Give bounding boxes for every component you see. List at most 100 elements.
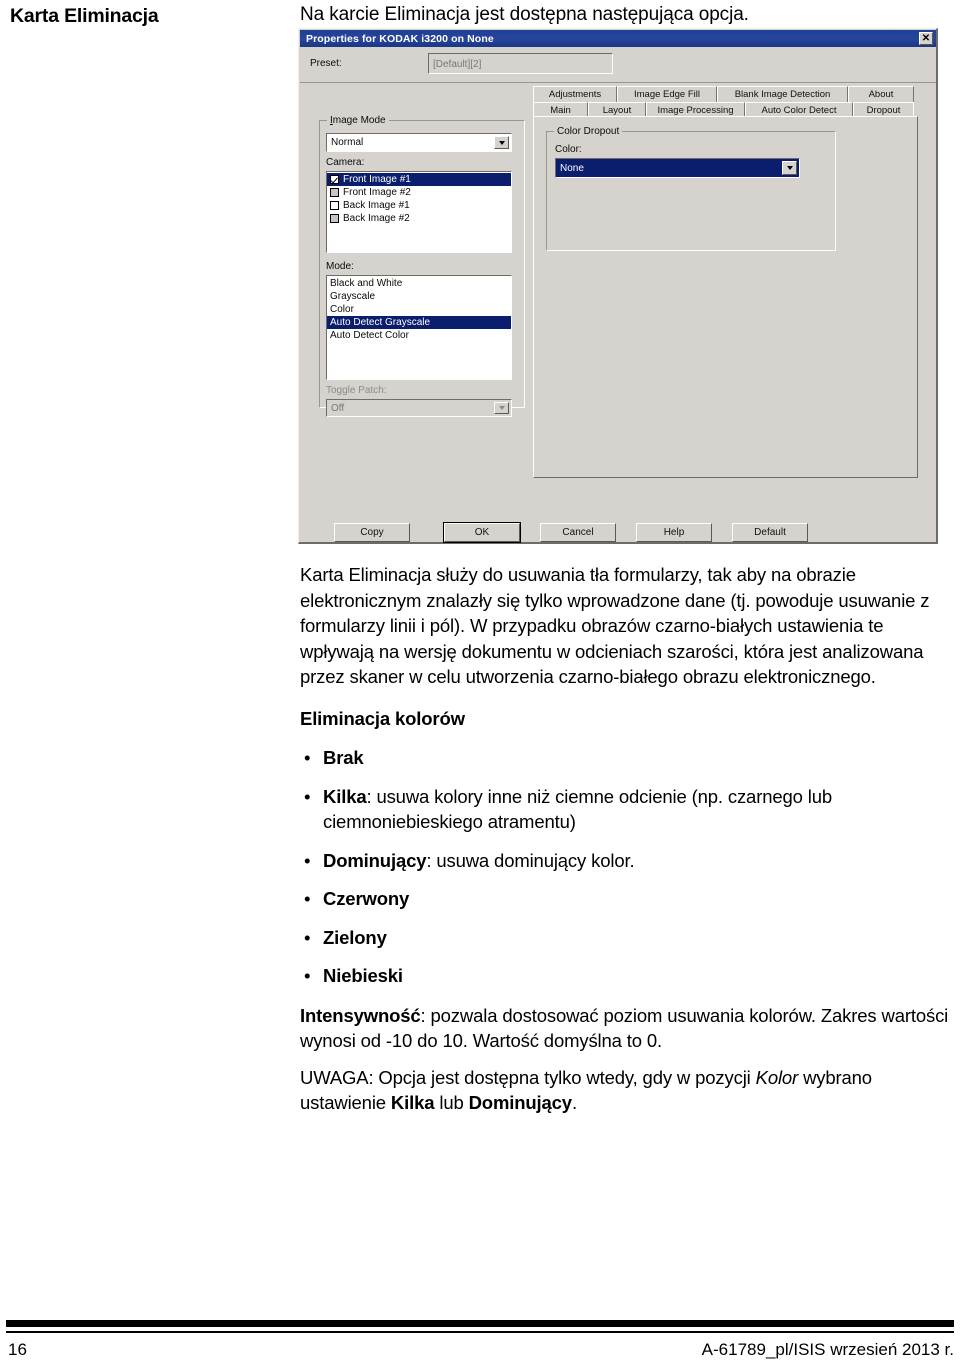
mode-list-item[interactable]: Black and White — [327, 277, 511, 290]
note-join: lub — [434, 1092, 469, 1113]
document-page: Karta Eliminacja Na karcie Eliminacja je… — [0, 0, 960, 1372]
dialog-body: Image Mode Normal Camera: Front Image #1… — [300, 84, 936, 519]
image-mode-combo[interactable]: Normal — [326, 133, 512, 152]
body-copy: Karta Eliminacja służy do usuwania tła f… — [300, 562, 955, 1116]
mode-item-label: Auto Detect Color — [330, 330, 409, 341]
bullet-icon: • — [304, 926, 311, 948]
camera-item-label: Front Image #2 — [343, 187, 411, 198]
camera-list-item[interactable]: Front Image #1 — [327, 173, 511, 186]
color-dropout-group: Color Dropout Color: None — [546, 126, 836, 251]
color-dropout-group-title: Color Dropout — [554, 126, 623, 137]
list-item-desc: : usuwa kolory inne niż ciemne odcienie … — [323, 785, 832, 833]
image-mode-combo-value: Normal — [331, 137, 364, 148]
mode-item-label: Color — [330, 304, 354, 315]
tab-strip: Adjustments Image Edge Fill Blank Image … — [533, 86, 918, 118]
list-item-desc: : usuwa dominujący kolor. — [426, 849, 635, 871]
dropout-tab-page: Color Dropout Color: None — [533, 116, 918, 478]
document-id: A-61789_pl/ISIS wrzesień 2013 r. — [701, 1340, 954, 1359]
toggle-patch-combo[interactable]: Off — [326, 399, 512, 417]
default-button[interactable]: Default — [732, 523, 808, 542]
checkbox-icon[interactable] — [330, 214, 339, 223]
list-item-term: Dominujący — [323, 849, 427, 871]
scanner-properties-dialog: Properties for KODAK i3200 on None ✕ Pre… — [298, 28, 938, 544]
intensity-term: Intensywność — [300, 1004, 421, 1026]
bullet-icon: • — [304, 965, 311, 986]
image-mode-group-title: Image Mode — [327, 115, 389, 126]
tab-adjustments[interactable]: Adjustments — [533, 86, 617, 102]
intro-sentence: Na karcie Eliminacja jest dostępna nastę… — [300, 4, 749, 25]
camera-item-label: Back Image #1 — [343, 200, 410, 211]
note-end: . — [571, 1092, 577, 1113]
note-italic-term: Kolor — [755, 1066, 799, 1088]
tab-image-edge-fill[interactable]: Image Edge Fill — [617, 86, 717, 102]
copy-button[interactable]: Copy — [334, 523, 410, 542]
subheading-color-dropout: Eliminacja kolorów — [300, 707, 465, 729]
camera-label: Camera: — [326, 157, 365, 168]
ok-button[interactable]: OK — [443, 522, 521, 543]
list-item-term: Niebieski — [323, 965, 403, 986]
chevron-down-icon[interactable] — [494, 136, 509, 149]
bullet-icon: • — [304, 849, 311, 871]
note-bold-term-2: Dominujący — [468, 1092, 573, 1113]
list-item: • Czerwony — [300, 886, 955, 912]
list-item: • Brak — [300, 745, 955, 771]
toggle-patch-value: Off — [331, 402, 345, 414]
bullet-icon: • — [304, 888, 311, 909]
camera-list-item[interactable]: Front Image #2 — [327, 186, 511, 199]
list-item-term: Kilka — [323, 785, 367, 807]
camera-listbox[interactable]: Front Image #1 Front Image #2 Back Image… — [326, 171, 512, 253]
paragraph-note: UWAGA: Opcja jest dostępna tylko wtedy, … — [300, 1065, 955, 1116]
color-dropout-combo[interactable]: None — [555, 158, 800, 178]
list-item-term: Zielony — [323, 926, 387, 948]
toggle-patch-label: Toggle Patch: — [326, 385, 387, 396]
footer-rule-thick — [6, 1320, 954, 1327]
tab-blank-image-detection[interactable]: Blank Image Detection — [717, 86, 848, 102]
paragraph-intensity: Intensywność: pozwala dostosować poziom … — [300, 1003, 955, 1054]
tab-row-top: Adjustments Image Edge Fill Blank Image … — [533, 86, 918, 102]
cancel-button[interactable]: Cancel — [540, 523, 616, 542]
dialog-button-bar: Copy OK Cancel Help Default — [300, 522, 936, 543]
camera-item-label: Back Image #2 — [343, 213, 410, 224]
checkbox-icon[interactable] — [330, 188, 339, 197]
list-item: • Dominujący: usuwa dominujący kolor. — [300, 848, 955, 874]
preset-row: Preset: [Default][2] — [300, 47, 936, 83]
mode-item-label: Black and White — [330, 278, 403, 289]
list-item-term: Brak — [323, 747, 364, 768]
list-item-term: Czerwony — [323, 888, 410, 909]
camera-list-item[interactable]: Back Image #2 — [327, 212, 511, 225]
bullet-icon: • — [304, 747, 311, 768]
help-button[interactable]: Help — [636, 523, 712, 542]
checkbox-icon[interactable] — [330, 201, 339, 210]
footer-rule-thin — [6, 1331, 954, 1333]
close-icon[interactable]: ✕ — [919, 32, 933, 45]
note-bold-term-1: Kilka — [390, 1092, 435, 1113]
mode-label: Mode: — [326, 261, 354, 272]
image-mode-group: Image Mode Normal Camera: Front Image #1… — [319, 115, 525, 417]
mode-item-label: Grayscale — [330, 291, 376, 302]
list-item: • Niebieski — [300, 963, 955, 989]
chevron-down-icon[interactable] — [494, 402, 509, 414]
chevron-down-icon[interactable] — [782, 161, 797, 175]
note-prefix: UWAGA: Opcja jest dostępna tylko wtedy, … — [300, 1066, 756, 1088]
color-dropout-value: None — [560, 162, 584, 174]
bullet-icon: • — [304, 785, 311, 807]
preset-label: Preset: — [310, 58, 342, 69]
list-item: • Zielony — [300, 925, 955, 951]
color-label: Color: — [555, 144, 582, 155]
mode-list-item[interactable]: Color — [327, 303, 511, 316]
camera-item-label: Front Image #1 — [343, 174, 411, 185]
page-number: 16 — [8, 1340, 27, 1359]
tab-about[interactable]: About — [848, 86, 914, 102]
mode-list-item[interactable]: Grayscale — [327, 290, 511, 303]
preset-field[interactable]: [Default][2] — [428, 53, 613, 74]
dialog-title: Properties for KODAK i3200 on None — [306, 32, 494, 45]
mode-list-item[interactable]: Auto Detect Color — [327, 329, 511, 342]
mode-listbox[interactable]: Black and White Grayscale Color Auto Det… — [326, 275, 512, 380]
list-item: • Kilka: usuwa kolory inne niż ciemne odc… — [300, 784, 955, 835]
margin-heading: Karta Eliminacja — [10, 5, 159, 27]
preset-value: [Default][2] — [433, 59, 482, 70]
camera-list-item[interactable]: Back Image #1 — [327, 199, 511, 212]
mode-list-item-selected[interactable]: Auto Detect Grayscale — [327, 316, 511, 329]
checkbox-checked-icon[interactable] — [330, 175, 339, 184]
paragraph-description: Karta Eliminacja służy do usuwania tła f… — [300, 564, 930, 687]
